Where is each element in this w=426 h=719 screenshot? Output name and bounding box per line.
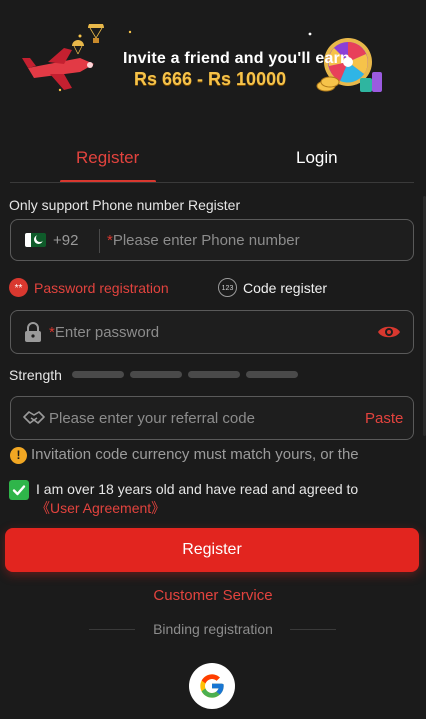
- lock-icon: [25, 322, 41, 342]
- strength-label: Strength: [9, 367, 62, 383]
- strength-bar-3: [188, 371, 240, 378]
- strength-bar-4: [246, 371, 298, 378]
- referral-input[interactable]: Please enter your referral code: [49, 410, 255, 427]
- register-button[interactable]: Register: [5, 528, 419, 572]
- binding-divider-right: [290, 629, 336, 630]
- code-mode-icon: 123: [218, 278, 237, 297]
- field-separator: [99, 229, 100, 253]
- show-password-eye-icon[interactable]: [377, 323, 401, 341]
- password-mode-icon: **: [9, 278, 28, 297]
- password-registration-option[interactable]: Password registration: [34, 280, 169, 296]
- phone-field[interactable]: +92 *Please enter Phone number: [10, 219, 414, 261]
- strength-bar-1: [72, 371, 124, 378]
- banner-title: Invite a friend and you'll earn: [123, 50, 350, 67]
- code-register-option[interactable]: Code register: [243, 280, 327, 296]
- tabs-divider: [10, 182, 414, 183]
- agree-text: I am over 18 years old and have read and…: [36, 481, 359, 497]
- referral-field[interactable]: Please enter your referral code Paste: [10, 396, 414, 440]
- user-agreement-link[interactable]: 《User Agreement》: [36, 498, 165, 518]
- checkmark-icon: [12, 485, 26, 496]
- invite-banner[interactable]: Invite a friend and you'll earn Rs 666 -…: [20, 24, 406, 102]
- pakistan-flag-icon: [25, 233, 46, 247]
- handshake-icon: [23, 411, 45, 424]
- strength-bar-2: [130, 371, 182, 378]
- google-login-button[interactable]: [189, 663, 235, 709]
- phone-input[interactable]: Please enter Phone number: [113, 232, 300, 249]
- country-code[interactable]: +92: [53, 232, 78, 249]
- agree-checkbox[interactable]: [9, 480, 29, 500]
- customer-service-link[interactable]: Customer Service: [0, 587, 426, 604]
- google-icon: [200, 674, 224, 698]
- warning-icon: !: [10, 447, 27, 464]
- paste-button[interactable]: Paste: [365, 410, 403, 427]
- password-input[interactable]: Enter password: [55, 324, 159, 341]
- invitation-notice: Invitation code currency must match your…: [31, 446, 359, 463]
- tab-login[interactable]: Login: [296, 148, 338, 168]
- banner-amount: Rs 666 - Rs 10000: [134, 69, 287, 89]
- binding-registration-label: Binding registration: [153, 621, 273, 637]
- register-info-label: Only support Phone number Register: [9, 197, 241, 213]
- password-field[interactable]: *Enter password: [10, 310, 414, 354]
- tab-register[interactable]: Register: [76, 148, 139, 168]
- auth-tabs: Register Login: [0, 136, 426, 184]
